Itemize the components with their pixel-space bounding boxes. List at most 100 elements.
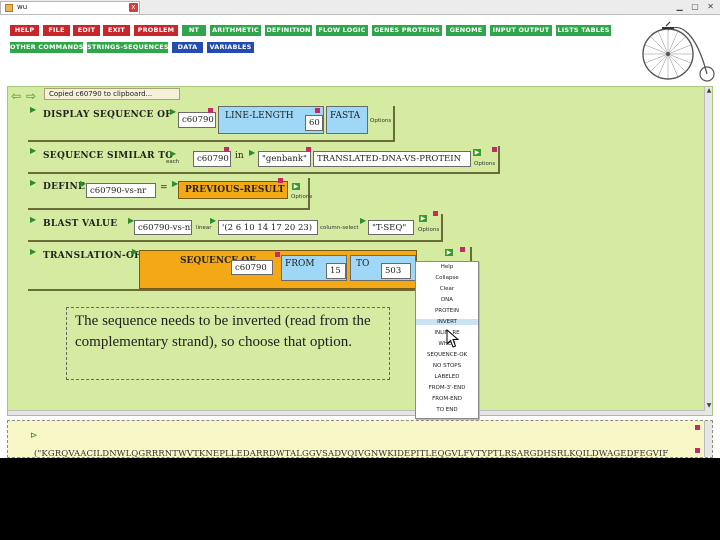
menu-file[interactable]: FILE [43,25,70,36]
ctx-sequence-ok[interactable]: SEQUENCE-OK [416,352,478,358]
window-tab[interactable]: wu x [0,1,140,14]
clipboard-status: Copied c60790 to clipboard... [44,88,180,100]
window-title: wu [17,3,28,11]
close-icon[interactable]: x [129,3,138,12]
title-bar: wu x ▁ ▢ ✕ [0,0,720,15]
forward-arrow-icon[interactable]: ⇨ [26,89,36,103]
tseq-box[interactable]: "T-SEQ" [368,220,414,235]
to-label: TO [356,259,370,269]
menu-edit[interactable]: EDIT [73,25,100,36]
sequence-of-block[interactable]: SEQUENCE OF c60790 FROM 15 TO 503 [139,250,417,289]
block-flag-icon: ▶ [30,146,37,155]
bicycle-logo [642,21,715,82]
blast-arg-box[interactable]: c60790-vs-nr [134,220,192,235]
output-scrollbar[interactable] [704,421,712,457]
vertical-scrollbar[interactable]: ▲ ▼ [704,87,712,415]
output-sequence: ("KGRQVAACILDNWLQGRRRNTWVTKNEPLLEDARRDWT… [34,449,669,458]
line-length-label: LINE-LENGTH [225,111,294,121]
from-label: FROM [285,259,315,269]
define-var-box[interactable]: c60790-vs-nr [86,183,156,198]
go-arrow-icon[interactable]: ▶ [419,215,427,222]
display-sequence-label: DISPLAY SEQUENCE OF [43,110,172,120]
scroll-up-icon[interactable]: ▲ [705,87,713,94]
arg-flag-icon: ▶ [210,216,217,225]
line-length-value[interactable]: 60 [305,115,323,131]
arg-flag-icon: ▶ [170,107,177,116]
block-flag-icon: ▶ [30,215,37,224]
translation-label: TRANSLATION-OF [43,251,141,261]
display-arg-box[interactable]: c60790 [178,112,216,128]
remove-icon[interactable] [224,147,229,152]
go-arrow-icon[interactable]: ▶ [292,183,300,190]
ctx-help[interactable]: Help [416,264,478,270]
menu-data[interactable]: DATA [172,42,203,53]
remove-icon[interactable] [278,178,283,183]
back-arrow-icon[interactable]: ⇦ [11,89,21,103]
ctx-to-end[interactable]: TO END [416,407,478,413]
remove-icon[interactable] [275,252,280,257]
instruction-note: The sequence needs to be inverted (read … [66,307,390,380]
output-panel[interactable]: ⊳ ("KGRQVAACILDNWLQGRRRNTWVTKNEPLLEDARRD… [7,420,713,458]
remove-icon[interactable] [492,147,497,152]
menu-exit[interactable]: EXIT [103,25,130,36]
remove-icon[interactable] [433,211,438,216]
go-arrow-icon[interactable]: ▶ [445,249,453,256]
database-box[interactable]: "genbank" [258,151,311,167]
remove-icon[interactable] [208,108,213,113]
menu-help[interactable]: HELP [10,25,39,36]
fasta-toggle[interactable]: FASTA [326,106,368,134]
menu-genome[interactable]: GENOME [446,25,486,36]
menu-genes-proteins[interactable]: GENES PROTEINS [372,25,442,36]
block-flag-icon: ▶ [30,247,37,256]
define-options[interactable]: Options [291,194,312,200]
line-length-block[interactable]: LINE-LENGTH 60 [218,106,324,134]
arg-flag-icon: ▶ [360,216,367,225]
ctx-no-stops[interactable]: NO STOPS [416,363,478,369]
blast-mode-select[interactable]: TRANSLATED-DNA-VS-PROTEIN [313,151,471,167]
menu-flow-logic[interactable]: FLOW LOGIC [316,25,368,36]
arg-flag-icon: ▶ [132,247,139,256]
remove-icon[interactable] [306,147,311,152]
menu-lists-tables[interactable]: LISTS TABLES [556,25,611,36]
remove-icon[interactable] [315,108,320,113]
previous-result-block[interactable]: PREVIOUS-RESULT [178,181,288,199]
menu-strings-sequences[interactable]: STRINGS-SEQUENCES [87,42,169,53]
ctx-dna[interactable]: DNA [416,297,478,303]
from-block[interactable]: FROM 15 [281,255,347,281]
similar-options[interactable]: Options [474,161,495,167]
ctx-collapse[interactable]: Collapse [416,275,478,281]
similar-arg-box[interactable]: c60790 [193,151,231,167]
menu-definition[interactable]: DEFINITION [265,25,312,36]
blast-value-label: BLAST VALUE [43,219,118,229]
translation-arg-box[interactable]: c60790 [231,260,273,275]
menu-nt[interactable]: NT [182,25,206,36]
remove-icon[interactable] [695,448,700,453]
window-controls[interactable]: ▁ ▢ ✕ [677,2,718,11]
ctx-invert[interactable]: INVERT [416,319,478,325]
menu-arithmetic[interactable]: ARITHMETIC [210,25,261,36]
remove-icon[interactable] [695,425,700,430]
from-value[interactable]: 15 [326,263,346,279]
ctx-from-end[interactable]: FROM-END [416,396,478,402]
display-options[interactable]: Options [370,118,391,124]
ctx-from-3-end[interactable]: FROM-3'-END [416,385,478,391]
to-value[interactable]: 503 [381,263,411,279]
column-list-box[interactable]: '(2 6 10 14 17 20 23) [218,220,318,235]
scroll-down-icon[interactable]: ▼ [705,402,713,409]
ctx-clear[interactable]: Clear [416,286,478,292]
remove-icon[interactable] [460,247,465,252]
linear-label: linear [196,225,212,231]
blast-options[interactable]: Options [418,227,439,233]
equals-sign: = [160,183,168,193]
menu-input-output[interactable]: INPUT OUTPUT [490,25,552,36]
go-arrow-icon[interactable]: ▶ [473,149,481,156]
output-prompt-icon: ⊳ [30,431,38,441]
to-block[interactable]: TO 503 [350,255,416,281]
ctx-protein[interactable]: PROTEIN [416,308,478,314]
menu-other-commands[interactable]: OTHER COMMANDS [10,42,83,53]
fasta-label: FASTA [330,111,361,121]
menu-variables[interactable]: VARIABLES [207,42,254,53]
ctx-labeled[interactable]: LABELED [416,374,478,380]
horizontal-scrollbar[interactable] [8,410,705,415]
menu-problem[interactable]: PROBLEM [134,25,178,36]
